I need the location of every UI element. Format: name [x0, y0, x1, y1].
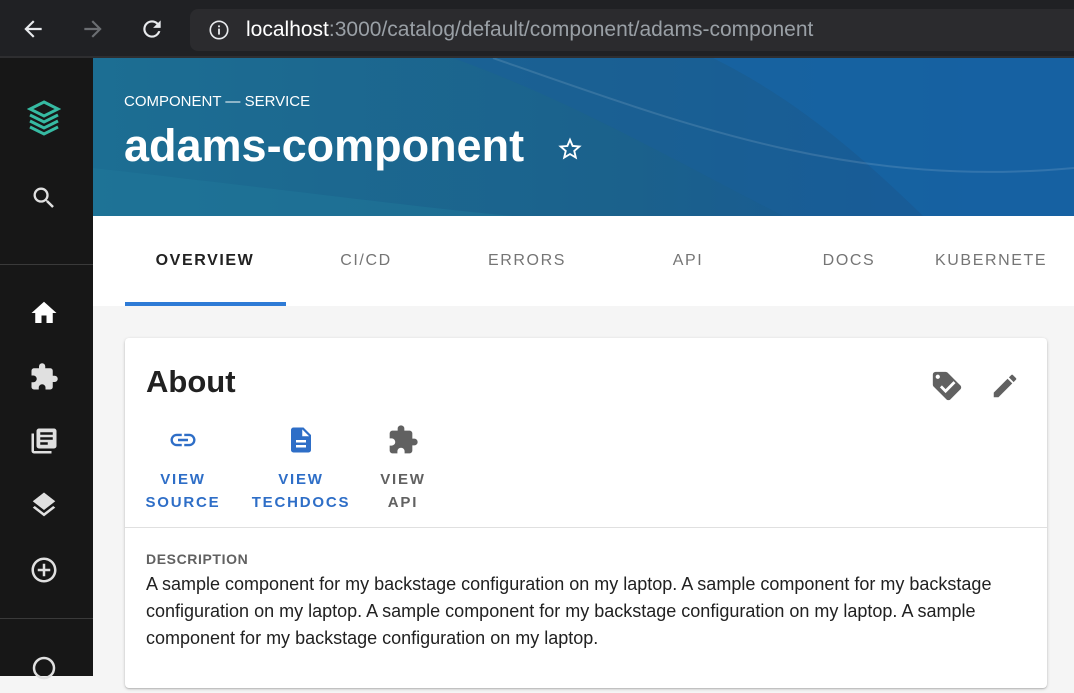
info-icon[interactable] — [208, 19, 230, 41]
puzzle-icon — [31, 363, 58, 390]
browser-toolbar: localhost:3000/catalog/default/component… — [0, 0, 1074, 58]
tags-button[interactable] — [927, 366, 967, 406]
tab-errors[interactable]: ERRORS — [447, 216, 607, 306]
tab-bar: OVERVIEW CI/CD ERRORS API DOCS KUBERNETE — [93, 216, 1074, 306]
forward-button[interactable] — [76, 12, 110, 46]
card-divider — [125, 527, 1047, 528]
tab-overview[interactable]: OVERVIEW — [125, 216, 285, 306]
view-source-label: VIEW SOURCE — [145, 471, 221, 511]
arrow-left-icon — [24, 20, 42, 38]
address-bar[interactable]: localhost:3000/catalog/default/component… — [190, 9, 1074, 51]
tab-docs[interactable]: DOCS — [769, 216, 929, 306]
tab-api[interactable]: API — [608, 216, 768, 306]
tab-kubernetes[interactable]: KUBERNETE — [935, 216, 1074, 306]
star-outline-icon — [558, 137, 582, 160]
layers-icon — [32, 492, 56, 517]
active-tab-indicator — [125, 302, 286, 306]
page-title: adams-component — [124, 120, 525, 171]
home-icon — [31, 301, 57, 323]
sidebar-item-apis[interactable] — [0, 352, 88, 402]
description-label: DESCRIPTION — [146, 551, 249, 567]
sidebar-item-docs[interactable] — [0, 416, 88, 466]
settings-icon — [32, 656, 56, 680]
entity-header: COMPONENT — SERVICE adams-component — [93, 58, 1074, 216]
view-techdocs-link[interactable]: VIEW TECHDOCS — [251, 424, 351, 514]
url-text: localhost:3000/catalog/default/component… — [246, 18, 813, 42]
sidebar-item-search[interactable] — [0, 173, 88, 223]
about-card: About VIEW SOURCE VIEW TECHDOCS VIEW API… — [125, 338, 1047, 688]
tag-icon — [932, 371, 962, 401]
puzzle-icon — [389, 425, 418, 454]
tab-cicd[interactable]: CI/CD — [286, 216, 446, 306]
document-icon — [291, 427, 311, 453]
view-api-label: VIEW API — [380, 471, 426, 511]
url-host: localhost — [246, 18, 329, 41]
description-text: A sample component for my backstage conf… — [146, 574, 992, 648]
sidebar-item-create[interactable] — [0, 545, 88, 595]
view-source-link[interactable]: VIEW SOURCE — [133, 424, 233, 514]
edit-button[interactable] — [985, 366, 1025, 406]
backstage-logo-icon — [27, 100, 61, 136]
library-books-icon — [31, 428, 57, 454]
sidebar-logo[interactable] — [0, 94, 88, 144]
sidebar-item-settings[interactable] — [0, 643, 88, 693]
search-icon — [33, 187, 54, 208]
reload-button[interactable] — [135, 12, 169, 46]
link-icon — [170, 433, 196, 447]
view-api-link[interactable]: VIEW API — [353, 424, 453, 514]
back-button[interactable] — [16, 12, 50, 46]
sidebar-divider — [0, 618, 93, 619]
sidebar-divider — [0, 264, 93, 265]
add-circle-icon — [31, 557, 57, 583]
entity-kind-label: COMPONENT — SERVICE — [124, 93, 311, 110]
edit-icon — [993, 374, 1017, 398]
url-path: :3000/catalog/default/component/adams-co… — [328, 18, 814, 41]
sidebar — [0, 58, 93, 680]
favorite-button[interactable] — [555, 134, 585, 164]
reload-icon — [143, 20, 161, 38]
sidebar-item-home[interactable] — [0, 288, 88, 338]
about-title: About — [146, 364, 236, 399]
sidebar-item-layers[interactable] — [0, 480, 88, 530]
arrow-right-icon — [84, 20, 102, 38]
